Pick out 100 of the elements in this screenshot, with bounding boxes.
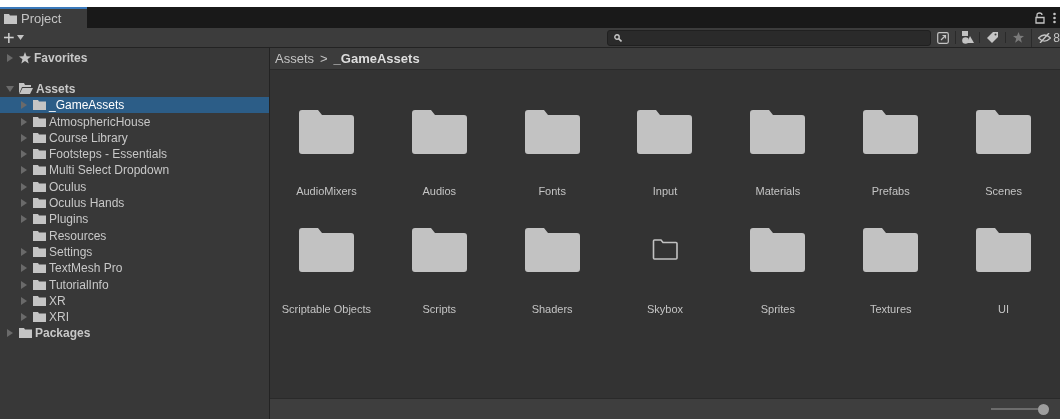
shapes-icon[interactable] bbox=[961, 31, 974, 44]
more-icon[interactable] bbox=[1053, 11, 1056, 24]
tree-item[interactable]: Course Library bbox=[0, 129, 269, 146]
tree-item-label: TutorialInfo bbox=[49, 276, 109, 294]
folder-icon bbox=[33, 165, 46, 176]
folder-tile[interactable]: AudioMixers bbox=[270, 107, 383, 200]
tree-item-label: Favorites bbox=[34, 50, 88, 68]
folder-tile[interactable]: Fonts bbox=[495, 107, 609, 200]
tree-item-label: Packages bbox=[35, 325, 91, 343]
folder-tile[interactable]: Prefabs bbox=[834, 107, 948, 200]
tree-item[interactable]: Favorites bbox=[0, 50, 269, 67]
slider-thumb[interactable] bbox=[1038, 403, 1049, 415]
project-tab[interactable]: Project bbox=[0, 7, 87, 28]
folder-icon bbox=[19, 328, 32, 339]
tag-icon[interactable] bbox=[987, 32, 999, 43]
folder-tile[interactable]: Materials bbox=[721, 107, 835, 200]
tree-item[interactable]: Oculus Hands bbox=[0, 194, 269, 212]
breadcrumb-separator: > bbox=[320, 49, 328, 68]
folder-icon bbox=[33, 100, 46, 111]
folder-icon bbox=[863, 110, 919, 154]
tree-item[interactable]: Settings bbox=[0, 243, 269, 261]
tree-item-label: TextMesh Pro bbox=[49, 260, 123, 278]
star-icon bbox=[1013, 32, 1025, 43]
tree-item[interactable]: Multi Select Dropdown bbox=[0, 162, 269, 179]
tree-item[interactable]: Assets bbox=[0, 80, 269, 98]
folder-icon bbox=[33, 295, 46, 306]
tree-item-label: _GameAssets bbox=[49, 97, 125, 115]
tree-item-label: Resources bbox=[49, 227, 107, 245]
tree-item-label: Oculus Hands bbox=[49, 195, 125, 213]
tree-item-label: Footsteps - Essentials bbox=[49, 146, 168, 164]
tree-item-label: XR bbox=[49, 292, 66, 310]
tree-item[interactable]: Footsteps - Essentials bbox=[0, 146, 269, 163]
folder-icon bbox=[411, 227, 467, 272]
hidden-packages-button[interactable]: 8 bbox=[1031, 28, 1060, 47]
folder-tile[interactable]: Scripts bbox=[382, 224, 496, 317]
folder-tile[interactable]: UI bbox=[947, 224, 1060, 317]
breadcrumb-item[interactable]: Assets bbox=[275, 48, 314, 69]
zoom-slider[interactable] bbox=[991, 403, 1049, 415]
folder-tile[interactable]: Textures bbox=[834, 224, 948, 317]
tree-item[interactable]: Resources bbox=[0, 227, 269, 244]
folder-tile[interactable]: Sprites bbox=[721, 224, 835, 317]
folder-icon bbox=[33, 263, 46, 274]
folder-icon bbox=[637, 110, 693, 154]
tree-item[interactable]: _GameAssets bbox=[0, 97, 269, 114]
folder-icon bbox=[411, 110, 467, 154]
create-button[interactable]: + bbox=[0, 28, 40, 47]
folder-icon bbox=[298, 110, 354, 154]
dropdown-caret-icon bbox=[16, 35, 24, 40]
expanded-arrow-icon[interactable] bbox=[6, 84, 14, 93]
tree-item[interactable]: Oculus bbox=[0, 178, 269, 195]
tree-item-label: Settings bbox=[49, 243, 93, 261]
search-icon bbox=[614, 33, 623, 42]
folder-icon bbox=[33, 132, 46, 143]
folder-tile[interactable]: Scriptable Objects bbox=[270, 224, 383, 317]
tree-item[interactable]: XRI bbox=[0, 308, 269, 326]
tree-item[interactable]: Packages bbox=[0, 325, 269, 342]
tree-item-label: Course Library bbox=[49, 129, 128, 147]
tree-item[interactable]: TutorialInfo bbox=[0, 276, 269, 293]
lock-icon[interactable] bbox=[1035, 11, 1045, 24]
tree-item-label: Multi Select Dropdown bbox=[49, 162, 170, 180]
folder-icon bbox=[33, 230, 46, 241]
folder-tile[interactable]: Skybox bbox=[608, 224, 722, 317]
tree-item-label: XRI bbox=[49, 309, 69, 327]
tree-item-label: AtmosphericHouse bbox=[49, 113, 151, 131]
folder-tile[interactable]: Input bbox=[608, 107, 722, 200]
folder-icon bbox=[33, 279, 46, 290]
tree-item[interactable]: AtmosphericHouse bbox=[0, 113, 269, 130]
folder-icon bbox=[33, 149, 46, 160]
folder-icon bbox=[750, 110, 806, 154]
folder-icon bbox=[4, 13, 17, 24]
tree-item-label: Oculus bbox=[49, 178, 87, 196]
star-icon bbox=[19, 52, 31, 65]
tree-item[interactable]: XR bbox=[0, 292, 269, 309]
folder-icon bbox=[298, 227, 354, 272]
folder-icon bbox=[33, 198, 46, 208]
folder-icon bbox=[33, 181, 46, 192]
folder-tile[interactable]: Audios bbox=[382, 107, 496, 200]
search-field[interactable] bbox=[607, 29, 932, 46]
search-scope-icon[interactable] bbox=[937, 31, 950, 44]
eye-slash-icon bbox=[1038, 32, 1052, 43]
collapsed-arrow-icon[interactable] bbox=[6, 54, 14, 63]
folder-icon bbox=[33, 214, 46, 225]
folder-icon bbox=[863, 227, 919, 272]
folder-icon bbox=[524, 110, 580, 154]
folder-tile[interactable]: Shaders bbox=[495, 224, 609, 317]
open-folder-icon bbox=[19, 83, 33, 95]
folder-icon bbox=[33, 116, 46, 127]
tree-item[interactable]: Plugins bbox=[0, 211, 269, 228]
folder-tile[interactable]: Scenes bbox=[947, 107, 1060, 200]
folder-icon bbox=[33, 312, 46, 323]
breadcrumb-item[interactable]: _GameAssets bbox=[333, 48, 420, 69]
folder-icon bbox=[750, 227, 806, 272]
tree-item-label: Assets bbox=[36, 80, 76, 98]
tree-item-label: Plugins bbox=[49, 211, 89, 229]
folder-icon bbox=[976, 110, 1032, 154]
folder-icon bbox=[33, 246, 46, 257]
folder-icon bbox=[976, 227, 1032, 272]
empty-folder-icon bbox=[652, 239, 678, 260]
tree-item[interactable]: TextMesh Pro bbox=[0, 260, 269, 277]
folder-icon bbox=[524, 227, 580, 272]
